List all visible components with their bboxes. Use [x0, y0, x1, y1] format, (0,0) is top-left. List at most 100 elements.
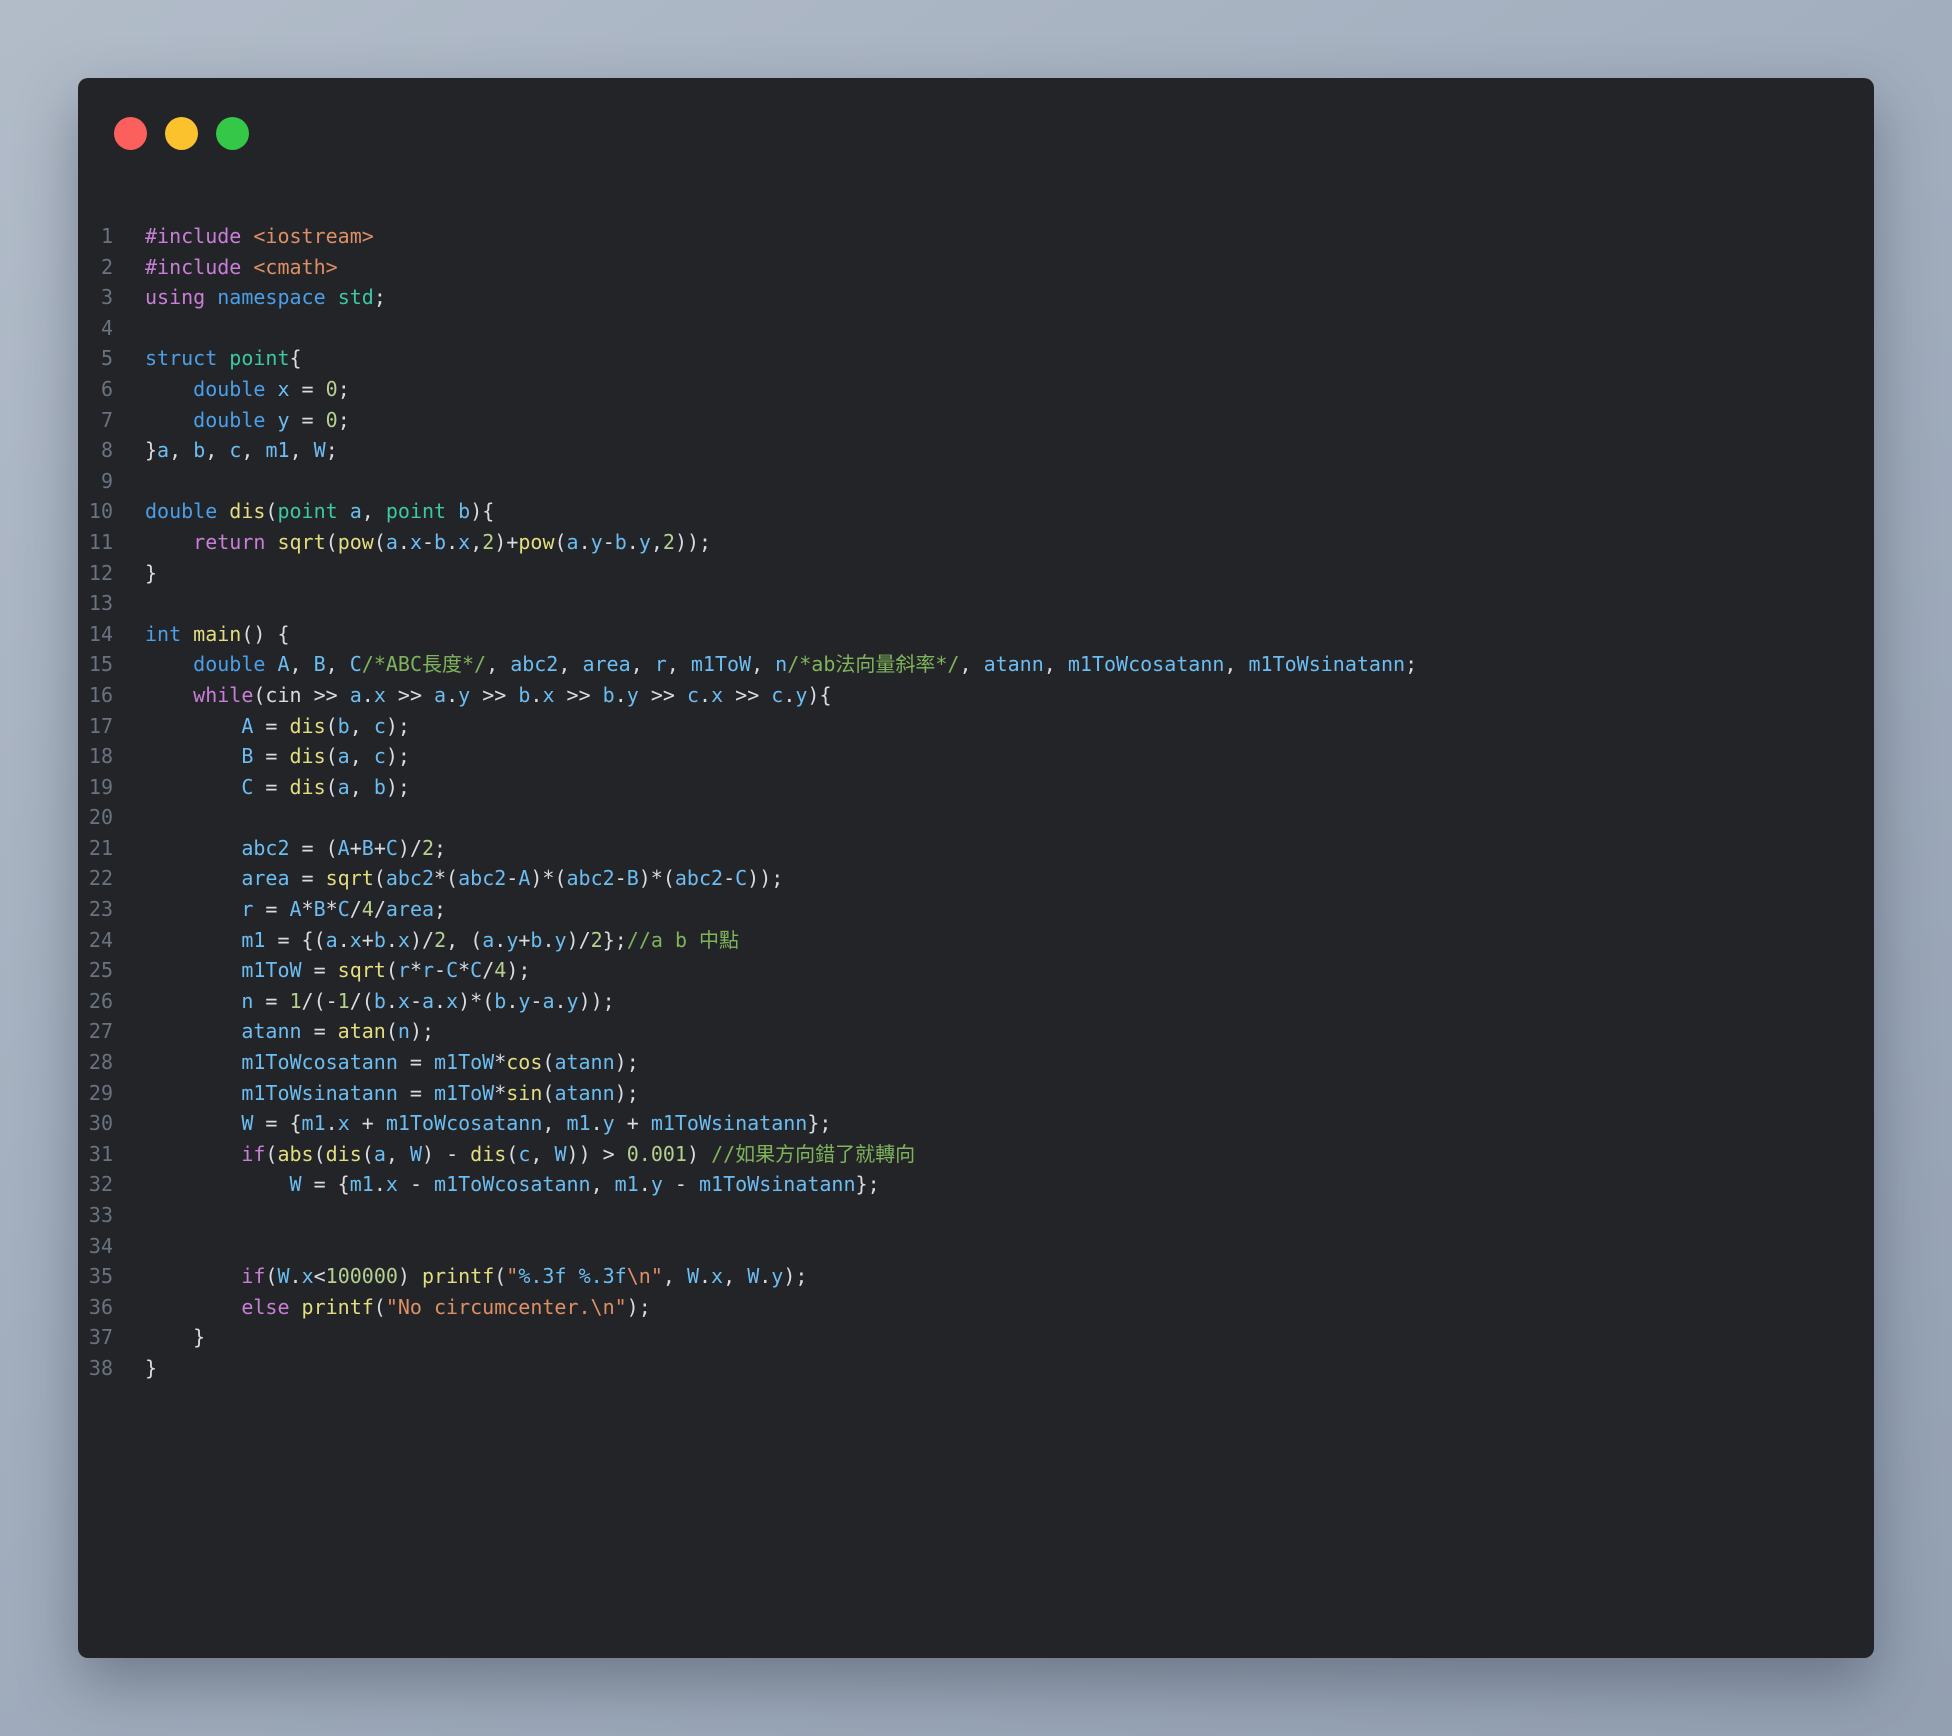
line-number: 17: [78, 711, 113, 742]
line-number: 25: [78, 955, 113, 986]
code-line-content: #include <iostream>: [145, 221, 374, 252]
line-number: 3: [78, 282, 113, 313]
zoom-icon[interactable]: [216, 117, 249, 150]
window-titlebar: [114, 117, 249, 150]
code-line: 14 int main() {: [78, 619, 1874, 650]
line-number: 20: [78, 802, 113, 833]
line-number: 8: [78, 435, 113, 466]
code-line: 9: [78, 466, 1874, 497]
code-line-content: return sqrt(pow(a.x-b.x,2)+pow(a.y-b.y,2…: [145, 527, 711, 558]
line-number: 37: [78, 1322, 113, 1353]
code-line: 32 W = {m1.x - m1ToWcosatann, m1.y - m1T…: [78, 1169, 1874, 1200]
code-line: 22 area = sqrt(abc2*(abc2-A)*(abc2-B)*(a…: [78, 863, 1874, 894]
code-line-content: n = 1/(-1/(b.x-a.x)*(b.y-a.y));: [145, 986, 615, 1017]
code-line: 17 A = dis(b, c);: [78, 711, 1874, 742]
code-line: 4: [78, 313, 1874, 344]
code-line-content: abc2 = (A+B+C)/2;: [145, 833, 446, 864]
code-line: 23 r = A*B*C/4/area;: [78, 894, 1874, 925]
code-line-content: r = A*B*C/4/area;: [145, 894, 446, 925]
code-line: 15 double A, B, C/*ABC長度*/, abc2, area, …: [78, 649, 1874, 680]
code-line-content: B = dis(a, c);: [145, 741, 410, 772]
code-line: 6 double x = 0;: [78, 374, 1874, 405]
line-number: 11: [78, 527, 113, 558]
code-line: 18 B = dis(a, c);: [78, 741, 1874, 772]
line-number: 2: [78, 252, 113, 283]
minimize-icon[interactable]: [165, 117, 198, 150]
line-number: 29: [78, 1078, 113, 1109]
code-line-content: while(cin >> a.x >> a.y >> b.x >> b.y >>…: [145, 680, 832, 711]
code-line: 7 double y = 0;: [78, 405, 1874, 436]
line-number: 27: [78, 1016, 113, 1047]
code-line-content: m1ToW = sqrt(r*r-C*C/4);: [145, 955, 530, 986]
code-line-content: int main() {: [145, 619, 290, 650]
code-line-content: }: [145, 558, 157, 589]
line-number: 26: [78, 986, 113, 1017]
line-number: 4: [78, 313, 113, 344]
code-line: 11 return sqrt(pow(a.x-b.x,2)+pow(a.y-b.…: [78, 527, 1874, 558]
code-line: 26 n = 1/(-1/(b.x-a.x)*(b.y-a.y));: [78, 986, 1874, 1017]
line-number: 1: [78, 221, 113, 252]
line-number: 22: [78, 863, 113, 894]
line-number: 18: [78, 741, 113, 772]
code-line: 19 C = dis(a, b);: [78, 772, 1874, 803]
line-number: 36: [78, 1292, 113, 1323]
code-line: 33: [78, 1200, 1874, 1231]
code-line-content: double dis(point a, point b){: [145, 496, 494, 527]
code-line-content: }: [145, 1322, 205, 1353]
code-line: 16 while(cin >> a.x >> a.y >> b.x >> b.y…: [78, 680, 1874, 711]
line-number: 33: [78, 1200, 113, 1231]
code-line: 12}: [78, 558, 1874, 589]
code-line-content: W = {m1.x - m1ToWcosatann, m1.y - m1ToWs…: [145, 1169, 880, 1200]
code-line-content: }a, b, c, m1, W;: [145, 435, 338, 466]
code-line: 34: [78, 1231, 1874, 1262]
line-number: 31: [78, 1139, 113, 1170]
code-line-content: using namespace std;: [145, 282, 386, 313]
line-number: 7: [78, 405, 113, 436]
code-line: 25 m1ToW = sqrt(r*r-C*C/4);: [78, 955, 1874, 986]
code-line: 8 }a, b, c, m1, W;: [78, 435, 1874, 466]
line-number: 15: [78, 649, 113, 680]
line-number: 30: [78, 1108, 113, 1139]
code-line-content: atann = atan(n);: [145, 1016, 434, 1047]
code-line: 35 if(W.x<100000) printf("%.3f %.3f\n", …: [78, 1261, 1874, 1292]
code-line: 31 if(abs(dis(a, W) - dis(c, W)) > 0.001…: [78, 1139, 1874, 1170]
code-line-content: m1ToWsinatann = m1ToW*sin(atann);: [145, 1078, 639, 1109]
line-number: 10: [78, 496, 113, 527]
code-line: 1 #include <iostream>: [78, 221, 1874, 252]
code-line: 27 atann = atan(n);: [78, 1016, 1874, 1047]
line-number: 5: [78, 343, 113, 374]
code-line-content: m1 = {(a.x+b.x)/2, (a.y+b.y)/2};//a b 中點: [145, 925, 739, 956]
close-icon[interactable]: [114, 117, 147, 150]
code-line: 28 m1ToWcosatann = m1ToW*cos(atann);: [78, 1047, 1874, 1078]
line-number: 34: [78, 1231, 113, 1262]
code-line: 2#include <cmath>: [78, 252, 1874, 283]
line-number: 35: [78, 1261, 113, 1292]
code-line-content: double y = 0;: [145, 405, 350, 436]
code-line: 20: [78, 802, 1874, 833]
code-line: 36 else printf("No circumcenter.\n");: [78, 1292, 1874, 1323]
line-number: 14: [78, 619, 113, 650]
code-line-content: struct point{: [145, 343, 302, 374]
code-line: 24 m1 = {(a.x+b.x)/2, (a.y+b.y)/2};//a b…: [78, 925, 1874, 956]
line-number: 13: [78, 588, 113, 619]
code-line: 13: [78, 588, 1874, 619]
code-line: 3 using namespace std;: [78, 282, 1874, 313]
line-number: 9: [78, 466, 113, 497]
line-number: 23: [78, 894, 113, 925]
code-line-content: m1ToWcosatann = m1ToW*cos(atann);: [145, 1047, 639, 1078]
code-line-content: }: [145, 1353, 157, 1384]
line-number: 12: [78, 558, 113, 589]
code-line-content: if(abs(dis(a, W) - dis(c, W)) > 0.001) /…: [145, 1139, 915, 1170]
line-number: 21: [78, 833, 113, 864]
code-editor-window: 1 #include <iostream>2#include <cmath>3 us…: [78, 78, 1874, 1658]
code-line-content: A = dis(b, c);: [145, 711, 410, 742]
code-line: 29 m1ToWsinatann = m1ToW*sin(atann);: [78, 1078, 1874, 1109]
code-line: 21 abc2 = (A+B+C)/2;: [78, 833, 1874, 864]
code-line-content: else printf("No circumcenter.\n");: [145, 1292, 651, 1323]
code-line: 30 W = {m1.x + m1ToWcosatann, m1.y + m1T…: [78, 1108, 1874, 1139]
line-number: 28: [78, 1047, 113, 1078]
line-number: 24: [78, 925, 113, 956]
code-line-content: double x = 0;: [145, 374, 350, 405]
line-number: 19: [78, 772, 113, 803]
code-line-content: C = dis(a, b);: [145, 772, 410, 803]
